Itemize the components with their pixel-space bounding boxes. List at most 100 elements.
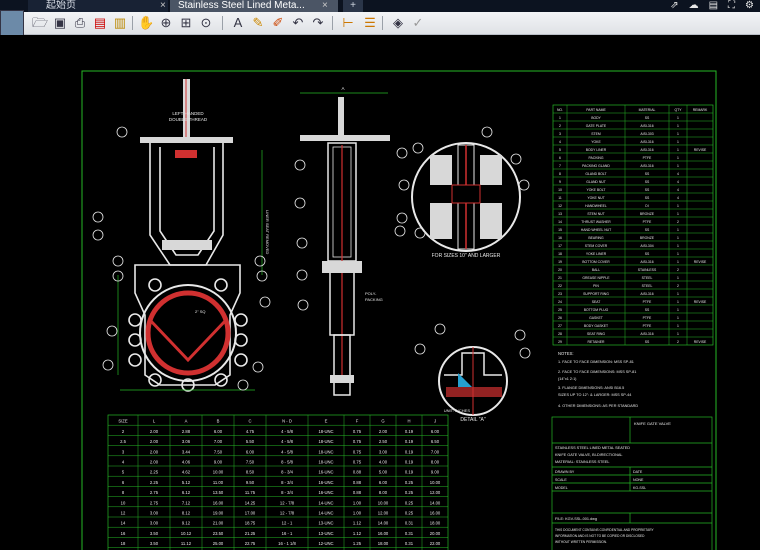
dim-cell: 10.00 bbox=[213, 470, 224, 475]
dim-header: SIZE bbox=[118, 419, 128, 424]
layout-icon[interactable]: ▤ bbox=[709, 0, 718, 12]
tab-home-close-icon[interactable]: × bbox=[160, 0, 166, 12]
note-line: 3. FLANGE DIMENSIONS: ANSI B16.5 bbox=[558, 386, 624, 390]
bom-cell: 2 bbox=[677, 284, 679, 288]
side-note: LINER SEAT REMOVED bbox=[265, 210, 270, 254]
field-value: KG-SSL bbox=[633, 486, 646, 490]
tab-document-close-icon[interactable]: × bbox=[322, 0, 328, 12]
dim-cell: 2.00 bbox=[150, 459, 159, 464]
note-line: 4. OTHER DIMENSIONS: AS PER STANDARD bbox=[558, 404, 638, 408]
dim-table-caption: UNIT: INCHES bbox=[444, 408, 471, 413]
dim-cell: 0.31 bbox=[405, 521, 414, 526]
bom-cell: 8 bbox=[559, 172, 561, 176]
open-icon[interactable]: 🗁 bbox=[32, 15, 48, 31]
field-label: SCALE bbox=[555, 478, 567, 482]
bom-cell: REVISE bbox=[694, 300, 707, 304]
bom-header: MATERIAL bbox=[639, 108, 656, 112]
print-icon[interactable]: ⎙ bbox=[72, 15, 88, 31]
zoom-in-icon[interactable]: ⊕ bbox=[158, 15, 174, 31]
fullscreen-icon[interactable]: ⛶ bbox=[728, 0, 735, 12]
bom-table: NO. PART NAME MATERIAL QTY REMARK1 BODY SS 12 GA… bbox=[552, 104, 714, 346]
save-icon[interactable]: ▣ bbox=[52, 15, 68, 31]
dimension-table: SIZE L A B C N - D E F G H J2 2.00 2.88 6.00 4.75 4 - 5… bbox=[107, 414, 449, 550]
layer-icon[interactable]: ☰ bbox=[362, 15, 378, 31]
lock-icon[interactable]: ▥ bbox=[112, 15, 128, 31]
note-line: SIZES UP TO 12": & LARGER: MSS SP-44 bbox=[558, 393, 631, 397]
bom-cell: 17 bbox=[558, 244, 562, 248]
bom-cell: 4 bbox=[677, 180, 679, 184]
tab-document[interactable]: Stainless Steel Lined Meta... bbox=[170, 0, 338, 12]
footer-line: THIS DOCUMENT CONTAINS CONFIDENTIAL AND … bbox=[555, 528, 655, 532]
footer-line: WITHOUT WRITTEN PERMISSION. bbox=[555, 540, 607, 544]
bom-cell: 3 bbox=[559, 132, 561, 136]
zoom-window-icon[interactable]: ⊞ bbox=[178, 15, 194, 31]
dim-header: B bbox=[217, 419, 220, 424]
dim-cell: 4.62 bbox=[182, 470, 191, 475]
pen-icon[interactable]: ✎ bbox=[250, 15, 266, 31]
bom-cell: SS bbox=[645, 252, 650, 256]
dim-cell: 23.50 bbox=[213, 531, 224, 536]
section-view bbox=[411, 142, 521, 252]
share-icon[interactable]: ⇗ bbox=[670, 0, 678, 12]
drawing-canvas[interactable]: LEFT HANDED DOUBLE THREAD LINER SEAT REM… bbox=[0, 35, 760, 550]
dim-cell: 14.00 bbox=[378, 521, 389, 526]
bom-cell: SS bbox=[645, 196, 650, 200]
markup-icon[interactable]: ✐ bbox=[270, 15, 286, 31]
undo-icon[interactable]: ↶ bbox=[290, 15, 306, 31]
bom-cell: 1 bbox=[559, 116, 561, 120]
right-note-2: PACKING bbox=[365, 297, 383, 302]
check-icon[interactable]: ✓ bbox=[410, 15, 426, 31]
dim-cell: 18-UNC bbox=[318, 439, 333, 444]
bom-cell: REVISE bbox=[694, 260, 707, 264]
bom-cell: 20 bbox=[558, 268, 562, 272]
dim-cell: 2.25 bbox=[150, 470, 159, 475]
bom-cell: 1 bbox=[677, 316, 679, 320]
bom-cell: 29 bbox=[558, 340, 562, 344]
dim-cell: 0.75 bbox=[353, 459, 362, 464]
cad-drawing: LEFT HANDED DOUBLE THREAD LINER SEAT REM… bbox=[81, 70, 717, 550]
dim-cell: 2.5 bbox=[120, 439, 126, 444]
bom-cell: AISI-316 bbox=[640, 148, 653, 152]
dim-cell: 3.00 bbox=[150, 521, 159, 526]
notes-title: NOTES: bbox=[558, 351, 574, 356]
bom-header: NO. bbox=[557, 108, 563, 112]
bom-cell: 1 bbox=[677, 324, 679, 328]
dim-cell: 17.00 bbox=[245, 510, 256, 515]
tab-home[interactable]: 起始页 bbox=[28, 0, 168, 12]
measure-icon[interactable]: ⊢ bbox=[340, 15, 356, 31]
dim-cell: 7.00 bbox=[431, 449, 440, 454]
dim-cell: 18.75 bbox=[245, 521, 256, 526]
dim-cell: 0.31 bbox=[405, 541, 414, 546]
dim-cell: 0.19 bbox=[405, 449, 414, 454]
pdf-icon[interactable]: ▤ bbox=[92, 15, 108, 31]
bom-cell: SS bbox=[645, 308, 650, 312]
settings-icon[interactable]: ⚙ bbox=[745, 0, 754, 12]
bom-cell: GLAND BOLT bbox=[585, 172, 606, 176]
dim-cell: 4.75 bbox=[246, 429, 255, 434]
dim-cell: 25.00 bbox=[213, 541, 224, 546]
bom-cell: HAND WHEEL NUT bbox=[581, 228, 611, 232]
pan-icon[interactable]: ✋ bbox=[138, 15, 154, 31]
bom-cell: AISI-316 bbox=[640, 140, 653, 144]
bom-cell: SS bbox=[645, 172, 650, 176]
dim-cell: 2.00 bbox=[379, 429, 388, 434]
balloons-front bbox=[92, 126, 271, 391]
dim-cell: 18-UNC bbox=[318, 449, 333, 454]
dim-cell: 6.00 bbox=[246, 449, 255, 454]
cloud-icon[interactable]: ☁ bbox=[689, 0, 699, 12]
layers-icon[interactable]: ◈ bbox=[390, 15, 406, 31]
bom-cell: AISI-316 bbox=[640, 164, 653, 168]
bom-cell: STEEL bbox=[642, 284, 653, 288]
dim-cell: 12 - 1 bbox=[282, 521, 293, 526]
zoom-extents-icon[interactable]: ⊙ bbox=[198, 15, 214, 31]
dim-cell: 3.00 bbox=[150, 510, 159, 515]
redo-icon[interactable]: ↷ bbox=[310, 15, 326, 31]
new-tab-button[interactable]: + bbox=[343, 0, 363, 12]
bom-cell: 4 bbox=[677, 188, 679, 192]
dim-cell: 5.50 bbox=[246, 439, 255, 444]
bom-cell: GATE PLATE bbox=[586, 124, 607, 128]
text-icon[interactable]: A bbox=[230, 15, 246, 31]
dim-cell: 18.00 bbox=[430, 521, 441, 526]
drawing-thumbnail[interactable] bbox=[0, 10, 24, 36]
bom-cell: BALL bbox=[592, 268, 600, 272]
